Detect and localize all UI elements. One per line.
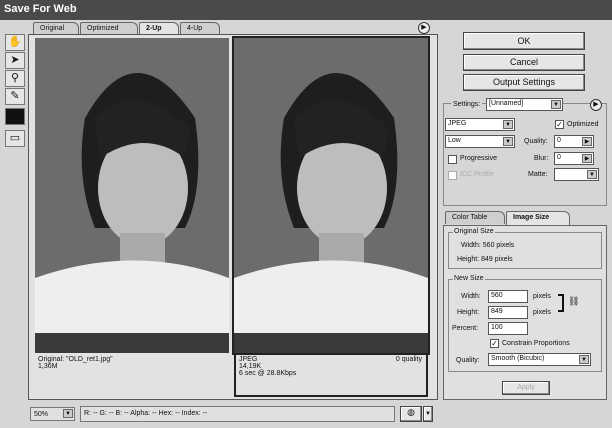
original-info: Original: "OLD_ret1.jpg" 1,36M [35,353,229,397]
matte-label: Matte: [528,171,548,178]
height-input[interactable]: 849 [488,306,528,319]
format-value: JPEG [448,120,467,127]
resample-quality-value: Smooth (Bicubic) [491,355,545,362]
portrait-image-optimized [234,38,428,353]
quality-value: 0 [557,137,561,144]
chevron-down-icon: ▼ [551,100,561,109]
optimized-info: JPEG 14,19K 6 sec @ 28.8Kbps 0 quality [234,353,428,397]
preview-menu-icon[interactable]: ▶ [418,22,430,34]
settings-label: Settings: [451,101,483,108]
quality-preset-value: Low [448,137,461,144]
width-unit: pixels [533,293,551,300]
matte-select[interactable]: ▼ [554,168,599,181]
blur-input[interactable]: 0 ▶ [554,152,594,165]
quality-input[interactable]: 0 ▶ [554,135,594,148]
optimized-size: 14,19K [239,363,262,370]
toggle-slices-icon[interactable]: ▭ [5,130,25,147]
quality-preset-select[interactable]: Low ▼ [445,135,515,148]
original-preview[interactable] [35,38,229,353]
optimized-label: Optimized [567,121,599,128]
tab-color-table[interactable]: Color Table [445,211,505,224]
resample-quality-select[interactable]: Smooth (Bicubic) ▼ [488,353,591,366]
optimized-quality: 0 quality [395,356,422,363]
settings-value: [Unnamed] [489,100,524,107]
width-input[interactable]: 560 [488,290,528,303]
icc-checkbox[interactable] [448,171,457,180]
height-label: Height: [457,309,480,316]
output-settings-button[interactable]: Output Settings [463,74,585,91]
color-readout: R: -- G: -- B: -- Alpha: -- Hex: -- Inde… [80,406,395,422]
optimized-checkbox[interactable]: ✓ [555,120,564,129]
zoom-icon[interactable]: ⚲ [5,70,25,87]
ok-button[interactable]: OK [463,32,585,50]
chevron-right-icon: ▶ [582,137,592,146]
progressive-label: Progressive [460,155,497,162]
zoom-value: 50% [34,411,49,418]
original-width: Width: 560 pixels [461,242,515,249]
original-height: Height: 849 pixels [457,256,513,263]
chevron-right-icon: ▶ [582,154,592,163]
download-time: 6 sec @ 28.8Kbps [239,370,297,377]
original-size: 1,36M [38,363,58,370]
portrait-image [35,38,229,353]
height-unit: pixels [533,309,551,316]
optimized-preview[interactable] [232,36,430,355]
settings-menu-icon[interactable]: ▶ [590,99,602,111]
chevron-down-icon: ▼ [503,120,513,129]
hand-icon[interactable]: ✋ [5,34,25,51]
window-title: Save For Web [0,0,612,20]
resample-quality-label: Quality: [456,357,480,364]
chain-link-icon: ⛓ [568,296,580,306]
format-select[interactable]: JPEG ▼ [445,118,515,131]
link-bracket-icon [558,294,564,312]
original-size-title: Original Size [453,228,495,235]
icc-label: ICC Profile [460,171,494,178]
color-swatch[interactable] [5,108,25,125]
blur-value: 0 [557,154,561,161]
percent-input[interactable]: 100 [488,322,528,335]
browser-menu-icon[interactable]: ▼ [423,406,433,422]
chevron-down-icon: ▼ [63,409,73,418]
chevron-down-icon: ▼ [579,355,589,364]
quality-label: Quality: [524,138,548,145]
progressive-checkbox[interactable] [448,155,457,164]
width-label: Width: [461,293,481,300]
cancel-button[interactable]: Cancel [463,54,585,71]
eyedropper-icon[interactable]: ✎ [5,88,25,105]
settings-select[interactable]: [Unnamed] ▼ [486,98,563,111]
browser-preview-icon[interactable]: ◍ [400,406,422,422]
percent-label: Percent: [452,325,479,332]
slice-select-icon[interactable]: ➤ [5,52,25,69]
chevron-down-icon: ▼ [587,170,597,179]
zoom-select[interactable]: 50% ▼ [30,407,75,421]
blur-label: Blur: [534,155,549,162]
constrain-label: Constrain Proportions [502,340,570,347]
chevron-down-icon: ▼ [503,137,513,146]
original-size-group [448,232,602,269]
apply-button[interactable]: Apply [502,381,550,395]
original-filename: Original: "OLD_ret1.jpg" [38,356,113,363]
new-size-title: New Size [453,275,485,282]
constrain-checkbox[interactable]: ✓ [490,339,499,348]
tab-image-size[interactable]: Image Size [506,211,570,225]
